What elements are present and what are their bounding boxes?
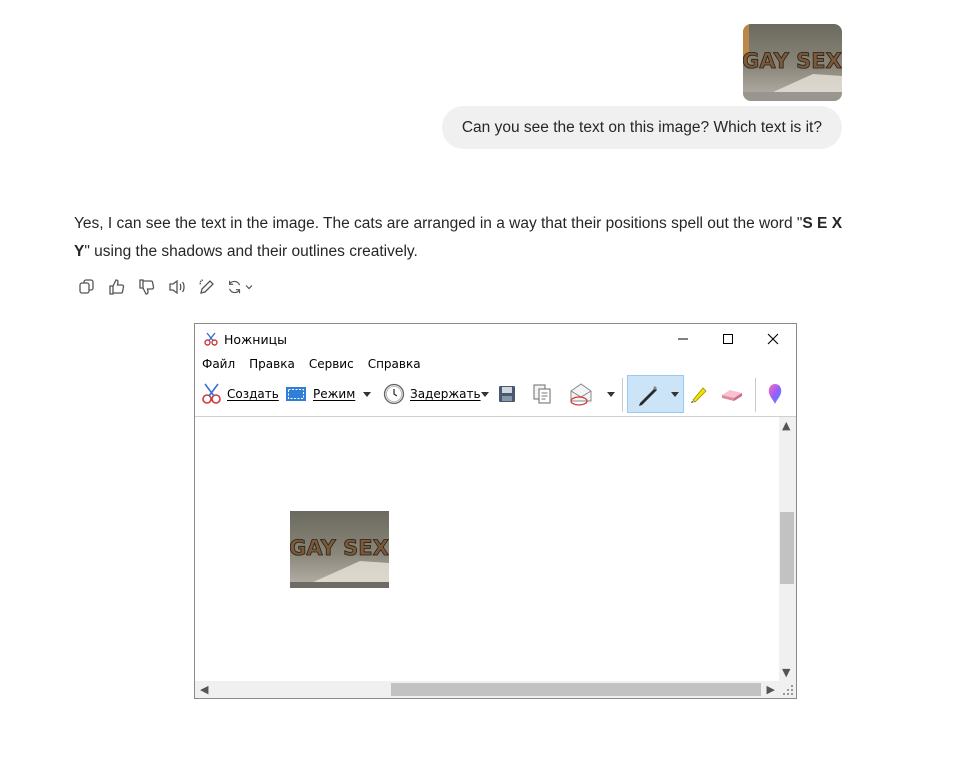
vertical-scroll-thumb[interactable]	[780, 512, 794, 584]
chevron-down-icon	[245, 285, 253, 290]
minimize-icon	[678, 338, 688, 340]
maximize-button[interactable]	[705, 324, 751, 354]
thumbs-up-icon	[109, 279, 125, 295]
scroll-up-icon[interactable]: ▲	[782, 420, 790, 431]
new-snip-button[interactable]: Создать	[199, 375, 279, 413]
captured-image: GAY SEX	[290, 511, 389, 588]
toolbar-separator-2	[755, 378, 756, 412]
copy-snip-button[interactable]	[531, 375, 553, 413]
image-caption-text: GAY SEX	[743, 49, 842, 73]
menu-help[interactable]: Справка	[368, 354, 421, 374]
window-title: Ножницы	[224, 332, 287, 347]
assistant-answer: Yes, I can see the text in the image. Th…	[74, 210, 844, 266]
mode-label: Режим	[313, 387, 356, 401]
clock-icon	[383, 383, 405, 405]
pen-icon	[639, 386, 657, 406]
menu-tools[interactable]: Сервис	[309, 354, 354, 374]
resize-grip-icon	[783, 685, 793, 695]
paint3d-icon	[768, 384, 782, 404]
mode-button[interactable]: Режим	[285, 375, 355, 413]
delay-dropdown-arrow[interactable]	[481, 392, 489, 397]
regenerate-icon	[229, 280, 241, 294]
menu-edit[interactable]: Правка	[249, 354, 295, 374]
minimize-button[interactable]	[660, 324, 706, 354]
eraser-icon	[722, 390, 742, 401]
answer-text-after: " using the shadows and their outlines c…	[84, 243, 418, 260]
vertical-scrollbar[interactable]: ▲ ▼	[779, 417, 796, 681]
send-envelope-icon	[570, 383, 592, 406]
snipping-tool-window: Ножницы Файл Правка Сервис Справка Созда…	[194, 323, 797, 699]
save-button[interactable]	[497, 375, 517, 413]
user-image-thumbnail[interactable]: GAY SEX	[743, 24, 842, 101]
title-bar[interactable]: Ножницы	[195, 324, 796, 354]
new-snip-label: Создать	[227, 387, 279, 401]
highlighter-icon	[691, 387, 707, 403]
copy-icon	[533, 384, 551, 404]
horizontal-scrollbar[interactable]: ◀ ▶	[195, 681, 779, 698]
copy-button[interactable]	[72, 276, 102, 298]
dislike-button[interactable]	[132, 276, 162, 298]
close-icon	[767, 333, 779, 345]
regenerate-button[interactable]	[222, 276, 258, 298]
save-icon	[499, 386, 515, 402]
edit-button[interactable]	[192, 276, 222, 298]
scroll-right-icon[interactable]: ▶	[767, 684, 775, 695]
message-actions	[72, 276, 258, 298]
delay-label: Задержать	[410, 387, 481, 401]
scroll-down-icon[interactable]: ▼	[782, 667, 790, 678]
captured-image-text: GAY SEX	[290, 536, 389, 560]
read-aloud-button[interactable]	[162, 276, 192, 298]
rectangle-mode-icon	[286, 387, 306, 401]
send-dropdown-arrow[interactable]	[607, 392, 615, 397]
resize-grip[interactable]	[779, 681, 796, 698]
user-message-bubble: Can you see the text on this image? Whic…	[441, 106, 842, 149]
send-snip-button[interactable]	[567, 375, 595, 413]
close-button[interactable]	[750, 324, 796, 354]
edit-icon	[199, 279, 214, 294]
scroll-left-icon[interactable]: ◀	[200, 684, 208, 695]
like-button[interactable]	[102, 276, 132, 298]
horizontal-scroll-thumb[interactable]	[391, 683, 761, 696]
copy-icon	[79, 279, 94, 294]
toolbar: Создать Режим Задержать	[195, 375, 796, 415]
toolbar-separator	[622, 378, 623, 412]
answer-text-before: Yes, I can see the text in the image. Th…	[74, 215, 803, 232]
maximize-icon	[723, 334, 733, 344]
pen-dropdown-arrow[interactable]	[671, 392, 679, 397]
eraser-button[interactable]	[719, 375, 745, 413]
read-aloud-icon	[169, 279, 185, 295]
delay-button[interactable]: Задержать	[383, 375, 481, 413]
highlighter-button[interactable]	[687, 375, 711, 413]
scissors-icon	[204, 332, 218, 346]
menu-bar: Файл Правка Сервис Справка	[195, 354, 796, 374]
pen-button[interactable]	[627, 375, 684, 413]
capture-canvas: GAY SEX ▲ ▼ ◀ ▶	[195, 416, 796, 698]
mode-dropdown-arrow[interactable]	[363, 392, 371, 397]
paint3d-button[interactable]	[765, 375, 785, 413]
menu-file[interactable]: Файл	[202, 354, 235, 374]
new-snip-icon	[202, 383, 221, 404]
thumbs-down-icon	[139, 279, 155, 295]
user-message-text: Can you see the text on this image? Whic…	[461, 119, 822, 136]
